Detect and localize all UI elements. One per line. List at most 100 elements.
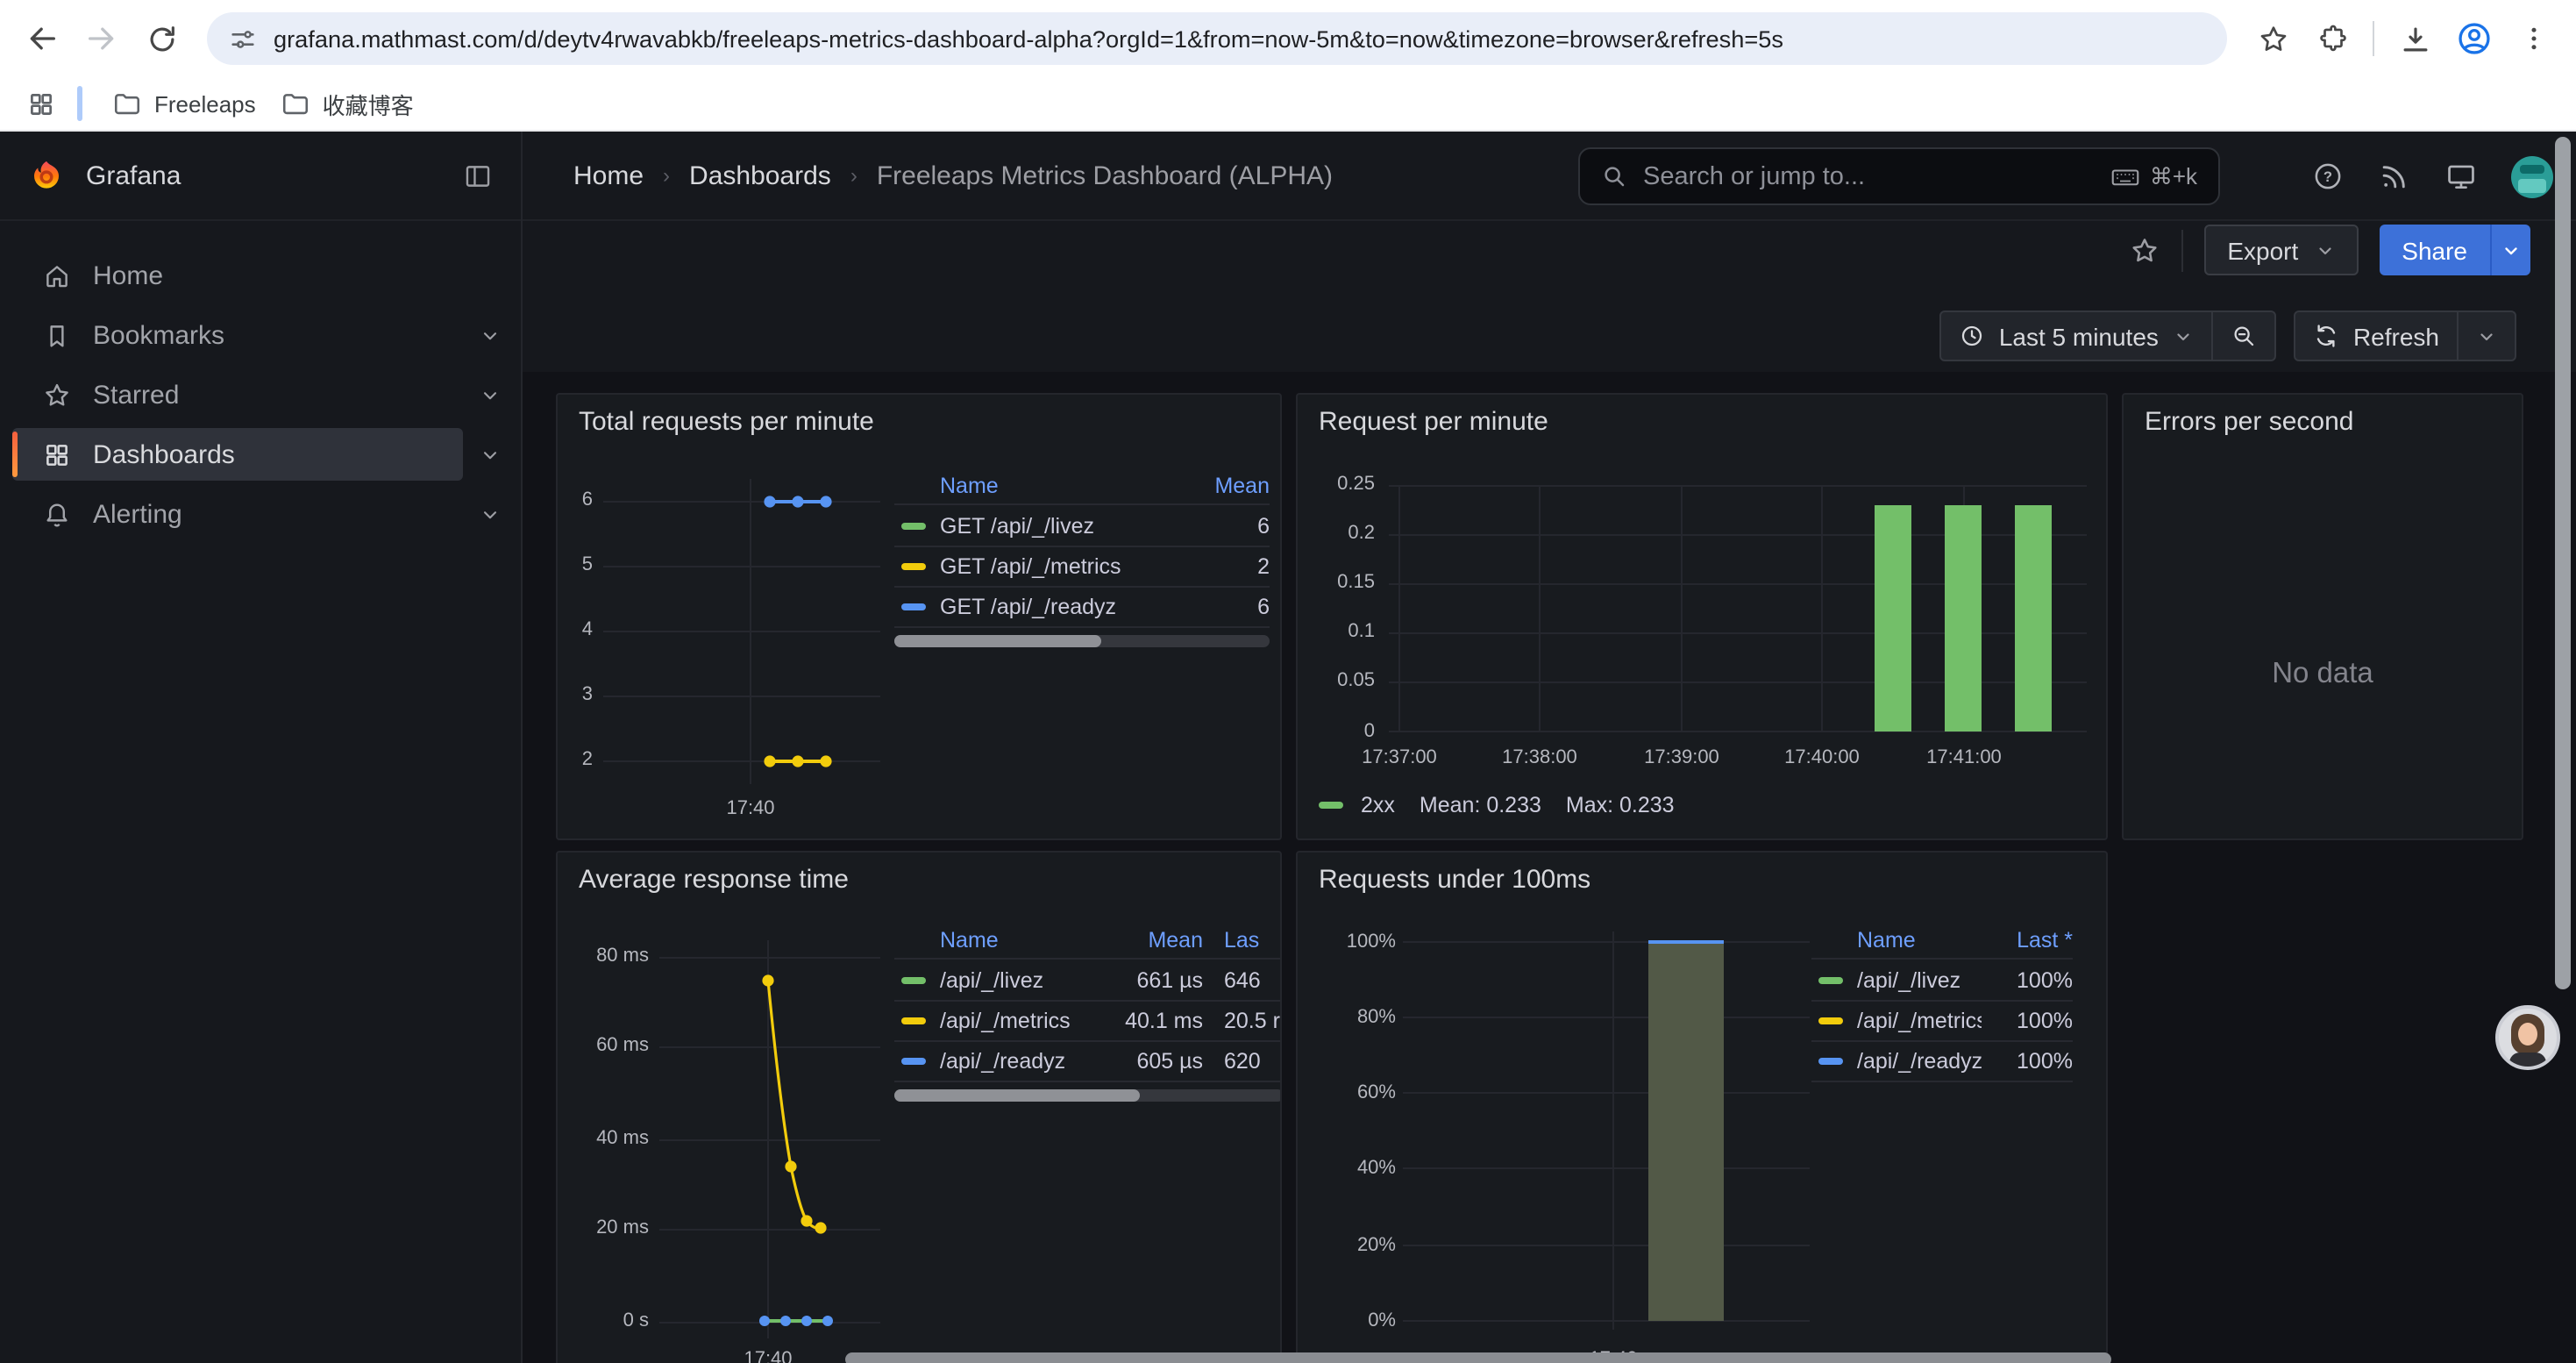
- legend-header-name[interactable]: Name: [1811, 928, 1982, 953]
- floating-assistant-avatar[interactable]: [2495, 1005, 2560, 1070]
- reload-icon[interactable]: [137, 14, 186, 63]
- series-color-pill: [1319, 802, 1343, 809]
- sidebar-item-label: Dashboards: [93, 439, 235, 469]
- chevron-down-icon[interactable]: [479, 325, 502, 347]
- legend-row[interactable]: /api/_/readyz 100%: [1811, 1040, 2073, 1081]
- apps-grid-icon[interactable]: [18, 81, 63, 126]
- legend-row[interactable]: /api/_/livez 100%: [1811, 960, 2073, 1000]
- y-tick: 5: [558, 554, 593, 577]
- y-tick: 60 ms: [572, 1035, 649, 1058]
- user-avatar[interactable]: [2511, 155, 2553, 197]
- y-tick: 40 ms: [572, 1128, 649, 1151]
- legend-header-mean[interactable]: Mean: [1185, 474, 1270, 498]
- bookmark-folder-blogs[interactable]: 收藏博客: [268, 82, 426, 125]
- y-tick: 80%: [1312, 1007, 1396, 1030]
- svg-text:?: ?: [2323, 168, 2332, 185]
- y-tick: 100%: [1312, 931, 1396, 954]
- legend-rows: /api/_/livez 100% /api/_/metrics 100%: [1811, 958, 2073, 1082]
- share-dropdown-button[interactable]: [2490, 225, 2530, 275]
- site-settings-icon[interactable]: [228, 24, 258, 54]
- sidebar-header: Grafana: [0, 132, 521, 221]
- search-input[interactable]: [1643, 162, 2094, 190]
- download-icon[interactable]: [2390, 14, 2439, 63]
- panel-title[interactable]: Errors per second: [2145, 407, 2353, 437]
- legend-scrollbar-thumb[interactable]: [894, 635, 1100, 647]
- legend-row[interactable]: GET /api/_/livez 6: [894, 505, 1270, 546]
- y-tick: 80 ms: [572, 946, 649, 968]
- share-button-group: Share: [2379, 225, 2530, 275]
- chevron-down-icon[interactable]: [479, 444, 502, 467]
- active-indicator: [12, 432, 18, 477]
- y-tick: 0.05: [1305, 670, 1375, 693]
- profile-icon[interactable]: [2450, 14, 2499, 63]
- legend-header-last[interactable]: Las: [1203, 928, 1282, 953]
- legend-scrollbar[interactable]: [894, 1089, 1282, 1102]
- favorite-star-icon[interactable]: [2129, 234, 2160, 266]
- y-tick: 0.2: [1305, 523, 1375, 546]
- sidebar-item-home[interactable]: Home: [0, 249, 521, 302]
- x-tick: 17:38:00: [1484, 747, 1596, 770]
- sidebar-item-label: Alerting: [93, 499, 182, 529]
- back-icon[interactable]: [18, 14, 67, 63]
- horizontal-scrollbar-thumb[interactable]: [845, 1352, 2111, 1363]
- chevron-down-icon[interactable]: [479, 503, 502, 526]
- legend-mean: Mean: 0.233: [1420, 793, 1541, 817]
- sidebar-item-bookmarks[interactable]: Bookmarks: [0, 309, 521, 361]
- y-tick: 0.1: [1305, 621, 1375, 644]
- series-color-pill: [901, 976, 926, 983]
- y-tick: 2: [558, 749, 593, 772]
- refresh-interval-button[interactable]: [2457, 312, 2515, 360]
- forward-icon[interactable]: [77, 14, 126, 63]
- legend-row[interactable]: /api/_/metrics 40.1 ms 20.5 r: [894, 1000, 1282, 1040]
- share-button[interactable]: Share: [2379, 225, 2490, 275]
- sidebar-item-alerting[interactable]: Alerting: [0, 488, 521, 540]
- brand-name[interactable]: Grafana: [86, 161, 181, 190]
- legend-row[interactable]: GET /api/_/readyz 6: [894, 586, 1270, 626]
- series-color-pill: [901, 1058, 926, 1065]
- bookmark-star-icon[interactable]: [2248, 14, 2297, 63]
- legend-row[interactable]: /api/_/metrics 100%: [1811, 1000, 2073, 1040]
- extensions-icon[interactable]: [2308, 14, 2357, 63]
- search-box[interactable]: ⌘+k: [1578, 147, 2220, 205]
- legend-header-mean[interactable]: Mean: [1105, 928, 1203, 953]
- refresh-button[interactable]: Refresh: [2295, 312, 2457, 360]
- legend-row[interactable]: /api/_/livez 661 µs 646: [894, 960, 1282, 1000]
- legend-scrollbar[interactable]: [894, 635, 1270, 647]
- panel-request-per-minute: Request per minute 0.25 0.2 0: [1296, 393, 2108, 840]
- legend-scrollbar-thumb[interactable]: [894, 1089, 1140, 1102]
- breadcrumb-dashboards[interactable]: Dashboards: [689, 161, 831, 190]
- vertical-scrollbar-thumb[interactable]: [2555, 137, 2571, 989]
- sidebar-item-label: Starred: [93, 380, 179, 410]
- news-rss-icon[interactable]: [2378, 160, 2411, 193]
- monitor-icon[interactable]: [2444, 160, 2478, 193]
- help-icon[interactable]: ?: [2311, 160, 2345, 193]
- sidebar-item-dashboards[interactable]: Dashboards: [0, 428, 521, 481]
- y-tick: 4: [558, 619, 593, 642]
- grafana-logo[interactable]: [28, 157, 65, 194]
- chevron-down-icon[interactable]: [479, 384, 502, 407]
- legend-header-name[interactable]: Name: [894, 474, 1185, 498]
- legend-series-label[interactable]: 2xx: [1361, 793, 1395, 817]
- page-root: grafana.mathmast.com/d/deytv4rwavabkb/fr…: [0, 0, 2576, 1363]
- export-button[interactable]: Export: [2204, 225, 2358, 275]
- bookmark-folder-freeleaps[interactable]: Freeleaps: [100, 83, 268, 124]
- panel-legend-table: Name Mean Las /api/_/livez 661 µs 646: [894, 923, 1282, 1102]
- legend-row[interactable]: /api/_/readyz 605 µs 620: [894, 1040, 1282, 1081]
- url-text[interactable]: grafana.mathmast.com/d/deytv4rwavabkb/fr…: [274, 25, 2217, 52]
- time-range-picker[interactable]: Last 5 minutes: [1941, 312, 2211, 360]
- x-tick: 17:37:00: [1343, 747, 1455, 770]
- panel-average-response-time: Average response time 80 ms: [556, 851, 1282, 1363]
- panel-legend: 2xx Mean: 0.233 Max: 0.233: [1319, 793, 1675, 817]
- zoom-out-button[interactable]: [2211, 312, 2274, 360]
- chevron-down-icon: [2476, 325, 2497, 346]
- bell-icon: [42, 499, 72, 529]
- browser-menu-icon[interactable]: [2509, 14, 2558, 63]
- legend-header-last[interactable]: Last *: [1982, 928, 2073, 953]
- breadcrumb-home[interactable]: Home: [573, 161, 644, 190]
- sidebar-item-starred[interactable]: Starred: [0, 368, 521, 421]
- url-bar[interactable]: grafana.mathmast.com/d/deytv4rwavabkb/fr…: [207, 12, 2227, 65]
- legend-header-name[interactable]: Name: [894, 928, 1105, 953]
- legend-row[interactable]: GET /api/_/metrics 2: [894, 546, 1270, 586]
- keyboard-icon: [2110, 161, 2141, 192]
- dock-menu-icon[interactable]: [463, 161, 493, 190]
